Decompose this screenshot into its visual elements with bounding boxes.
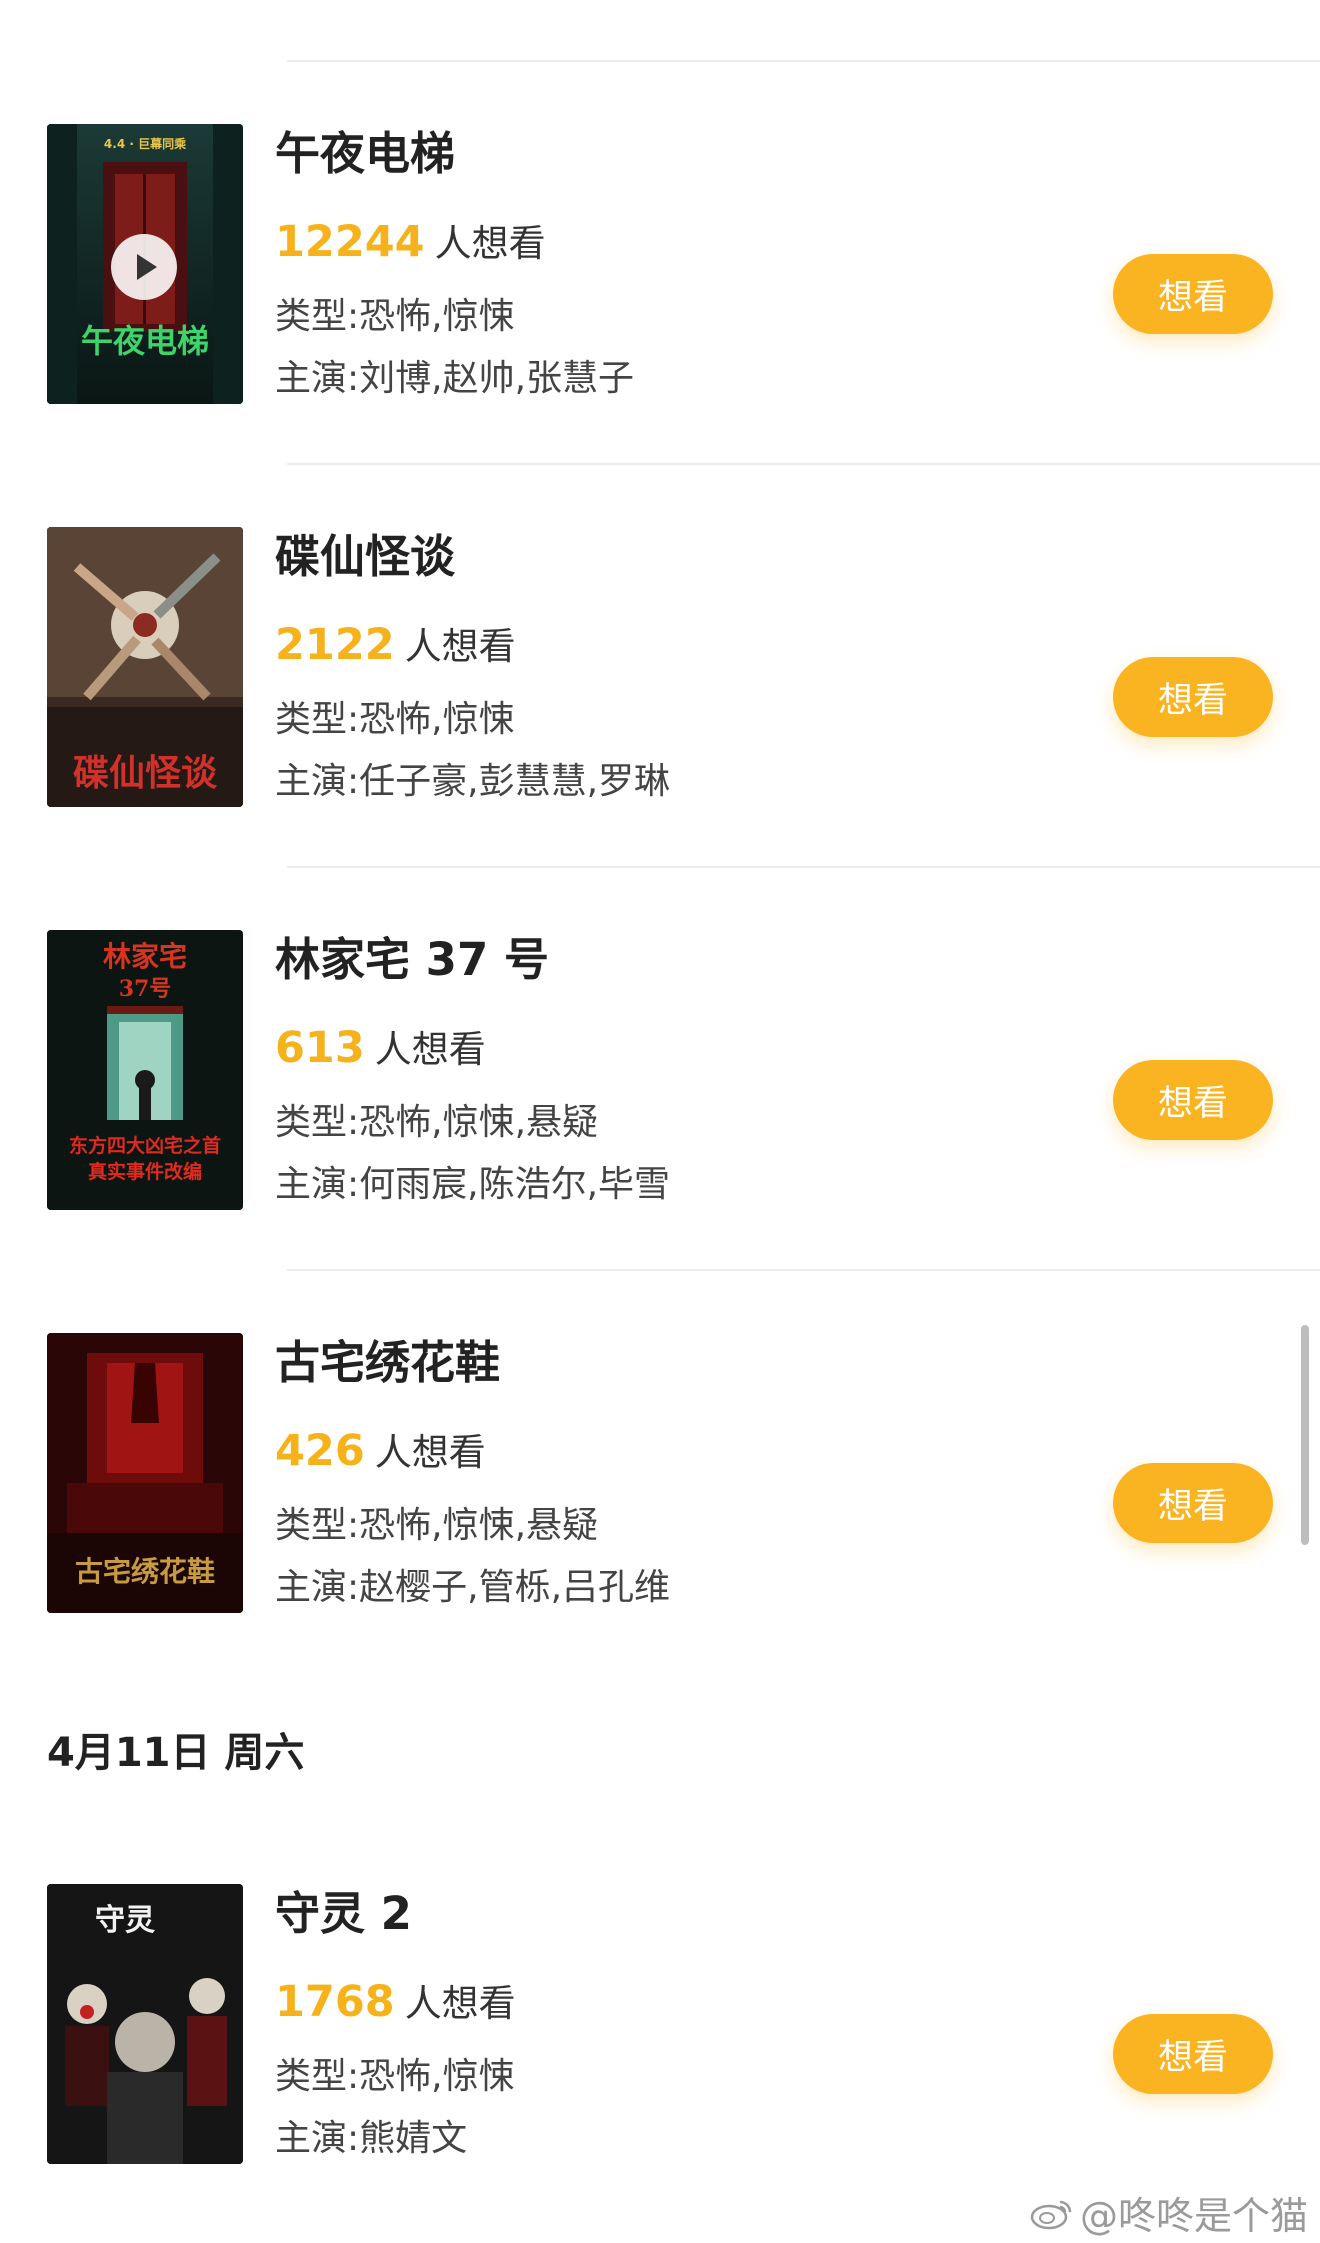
movie-poster[interactable]: 林家宅 37号 东方四大凶宅之首 真实事件改编: [47, 930, 243, 1210]
movie-item[interactable]: 林家宅 37号 东方四大凶宅之首 真实事件改编 林家宅 37 号 613 人想看 …: [0, 930, 1320, 1230]
want-label: 人想看: [404, 625, 516, 668]
movie-title[interactable]: 碟仙怪谈: [275, 527, 455, 587]
divider: [287, 60, 1320, 62]
movie-poster[interactable]: 古宅绣花鞋: [47, 1333, 243, 1613]
movie-title[interactable]: 林家宅 37 号: [275, 930, 549, 990]
want-count-line: 613 人想看: [275, 1020, 486, 1085]
movie-genre: 类型:恐怖,惊悚,悬疑: [275, 1505, 599, 1546]
watermark: @咚咚是个猫: [1030, 2185, 1308, 2240]
poster-title-text: 守灵: [95, 1903, 155, 1938]
movie-item[interactable]: 守灵 守灵 2 1768 人想看 类型:恐怖,惊悚 主演:熊婧文 想看: [0, 1884, 1320, 2184]
play-icon[interactable]: [111, 234, 177, 300]
want-count: 613: [275, 1023, 365, 1073]
poster-date-text: 4.4 · 巨幕同乘: [104, 136, 186, 151]
movie-poster[interactable]: 午夜电梯 4.4 · 巨幕同乘: [47, 124, 243, 404]
movie-genre: 类型:恐怖,惊悚: [275, 699, 515, 740]
date-section-header: 4月11日 周六: [47, 1730, 305, 1776]
want-count-line: 426 人想看: [275, 1423, 486, 1488]
want-button[interactable]: 想看: [1113, 657, 1273, 737]
want-button[interactable]: 想看: [1113, 1463, 1273, 1543]
movie-item[interactable]: 古宅绣花鞋 古宅绣花鞋 426 人想看 类型:恐怖,惊悚,悬疑 主演:赵樱子,管栎…: [0, 1333, 1320, 1633]
want-button[interactable]: 想看: [1113, 1060, 1273, 1140]
want-label: 人想看: [434, 222, 546, 265]
want-count-line: 12244 人想看: [275, 214, 546, 279]
want-count: 2122: [275, 620, 395, 670]
want-count-line: 1768 人想看: [275, 1974, 516, 2039]
poster-tagline-text: 真实事件改编: [88, 1160, 202, 1183]
want-count: 12244: [275, 217, 425, 267]
movie-genre: 类型:恐怖,惊悚: [275, 296, 515, 337]
divider: [287, 1269, 1320, 1271]
want-count: 1768: [275, 1977, 395, 2027]
poster-title-text: 林家宅: [103, 940, 187, 973]
poster-title-text: 古宅绣花鞋: [75, 1555, 215, 1588]
want-label: 人想看: [374, 1431, 486, 1474]
want-label: 人想看: [374, 1028, 486, 1071]
movie-cast: 主演:赵樱子,管栎,吕孔维: [275, 1567, 671, 1608]
poster-title-text: 碟仙怪谈: [73, 752, 218, 794]
poster-title-text: 午夜电梯: [81, 322, 209, 360]
watermark-text: @咚咚是个猫: [1079, 2194, 1308, 2238]
divider: [287, 463, 1320, 465]
divider: [287, 866, 1320, 868]
movie-poster[interactable]: 守灵: [47, 1884, 243, 2164]
movie-genre: 类型:恐怖,惊悚: [275, 2056, 515, 2097]
poster-tagline-text: 东方四大凶宅之首: [69, 1134, 221, 1157]
movie-cast: 主演:任子豪,彭慧慧,罗琳: [275, 761, 671, 802]
movie-title[interactable]: 午夜电梯: [275, 124, 455, 184]
scrollbar[interactable]: [1301, 1325, 1309, 1545]
movie-title[interactable]: 古宅绣花鞋: [275, 1333, 500, 1393]
movie-item[interactable]: 碟仙怪谈 碟仙怪谈 2122 人想看 类型:恐怖,惊悚 主演:任子豪,彭慧慧,罗琳…: [0, 527, 1320, 827]
want-button[interactable]: 想看: [1113, 2014, 1273, 2094]
movie-cast: 主演:刘博,赵帅,张慧子: [275, 358, 635, 399]
movie-cast: 主演:何雨宸,陈浩尔,毕雪: [275, 1164, 671, 1205]
want-button[interactable]: 想看: [1113, 254, 1273, 334]
movie-poster[interactable]: 碟仙怪谈: [47, 527, 243, 807]
want-count: 426: [275, 1426, 365, 1476]
poster-subtitle-text: 37号: [119, 976, 172, 1002]
movie-item[interactable]: 午夜电梯 4.4 · 巨幕同乘 午夜电梯 12244 人想看 类型:恐怖,惊悚 主…: [0, 124, 1320, 424]
movie-genre: 类型:恐怖,惊悚,悬疑: [275, 1102, 599, 1143]
movie-title[interactable]: 守灵 2: [275, 1884, 412, 1944]
want-count-line: 2122 人想看: [275, 617, 516, 682]
movie-cast: 主演:熊婧文: [275, 2118, 468, 2159]
want-label: 人想看: [404, 1982, 516, 2025]
weibo-logo-icon: [1030, 2200, 1072, 2229]
